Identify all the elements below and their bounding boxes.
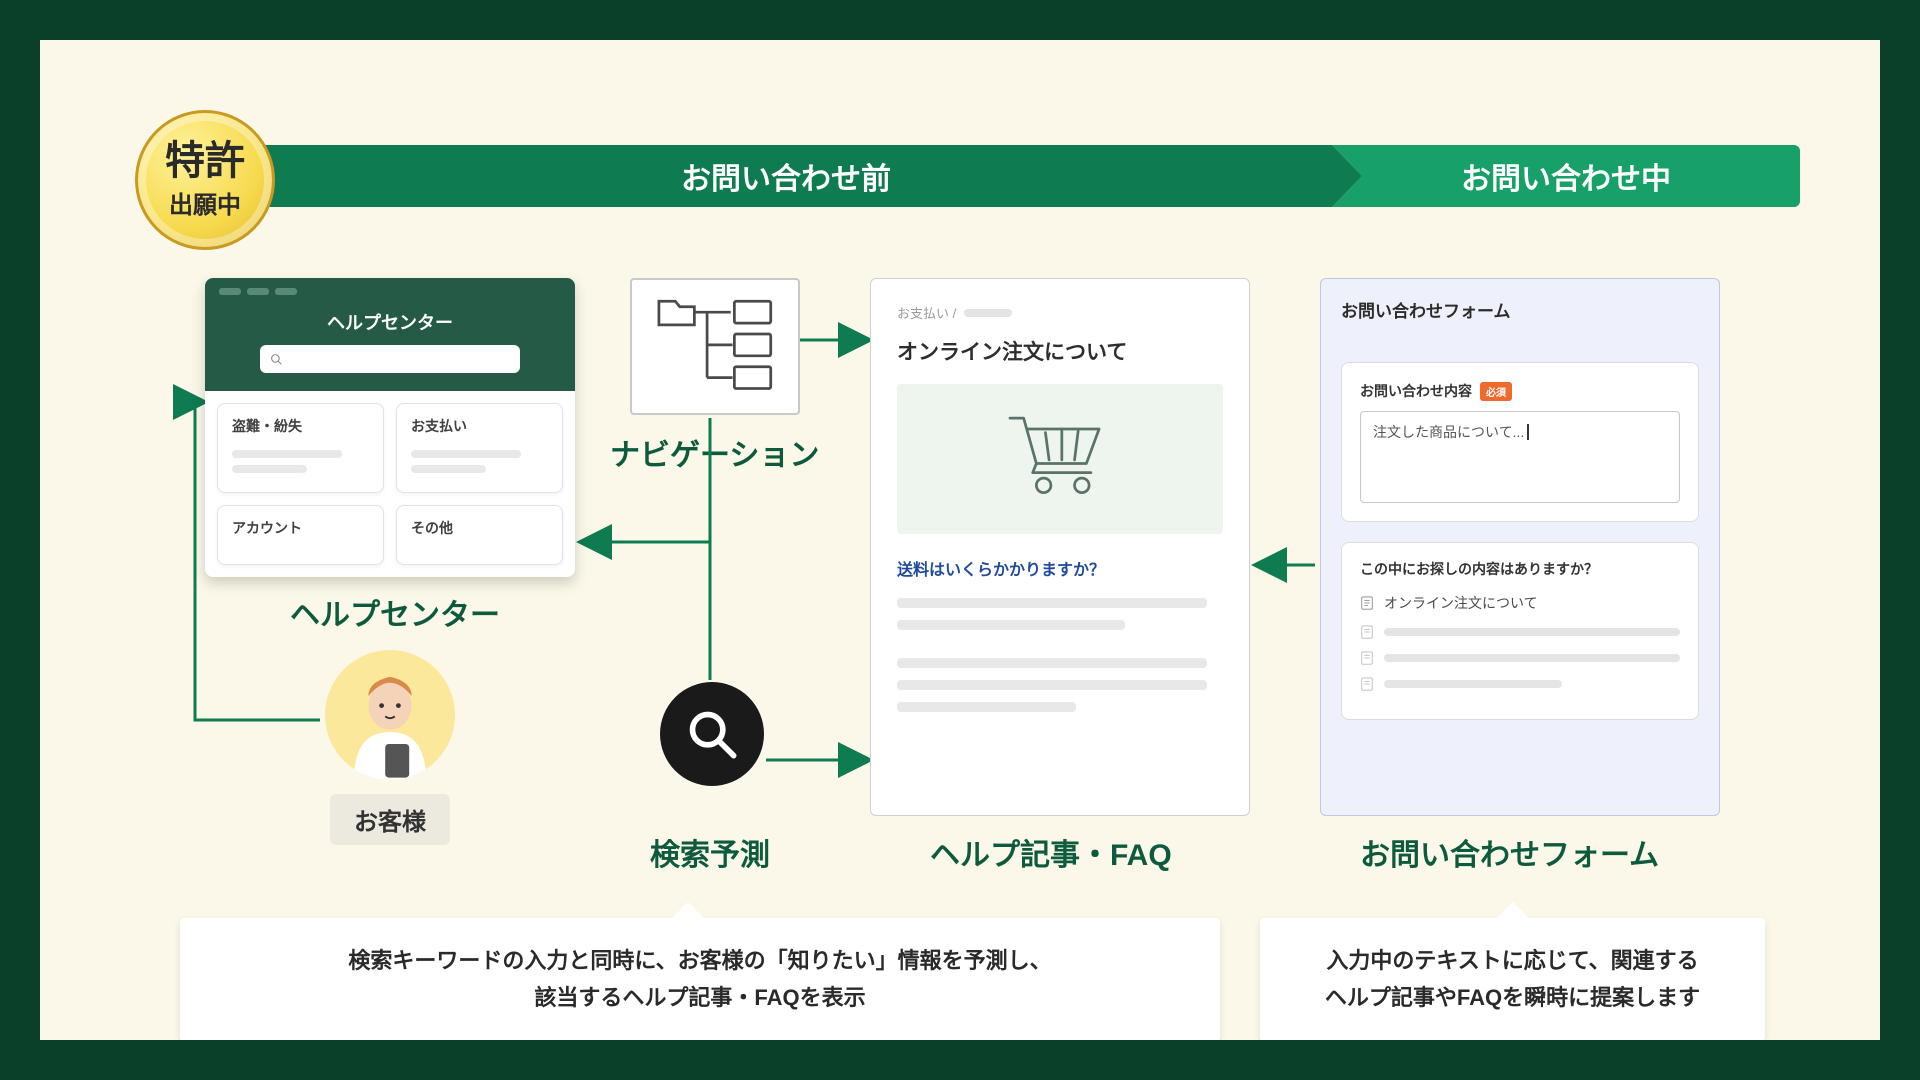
breadcrumb-text: お支払い / <box>897 303 956 322</box>
shopping-cart-icon <box>1005 409 1115 509</box>
help-center-title: ヘルプセンター <box>219 309 561 335</box>
article-title: オンライン注文について <box>897 336 1223 366</box>
customer: お客様 <box>325 650 455 845</box>
suggest-item[interactable]: オンライン注文について <box>1360 593 1680 613</box>
breadcrumb: お支払い / <box>897 303 1223 322</box>
customer-label: お客様 <box>330 794 450 845</box>
phase-before: お問い合わせ前 <box>240 145 1332 207</box>
hc-card-title: 盗難・紛失 <box>232 416 369 436</box>
suggest-item <box>1360 625 1680 639</box>
search-description-text: 検索キーワードの入力と同時に、お客様の「知りたい」情報を予測し、 該当するヘルプ… <box>348 948 1051 1010</box>
document-icon <box>1360 677 1374 691</box>
magnifier-icon <box>686 708 738 760</box>
document-icon <box>1360 596 1374 610</box>
badge-line1: 特許 <box>165 141 245 181</box>
badge-line2: 出願中 <box>169 185 241 220</box>
patent-badge: 特許 出願中 <box>135 110 275 250</box>
search-caption: 検索予測 <box>650 830 770 874</box>
suggest-item <box>1360 651 1680 665</box>
textarea-value: 注文した商品について... <box>1373 424 1524 440</box>
inquiry-textarea[interactable]: 注文した商品について... <box>1360 411 1680 503</box>
help-center-caption: ヘルプセンター <box>290 590 500 634</box>
navigation-mockup <box>630 278 800 415</box>
form-caption: お問い合わせフォーム <box>1360 830 1659 874</box>
field-label: お問い合わせ内容 <box>1360 381 1472 401</box>
required-badge: 必須 <box>1480 382 1512 401</box>
form-description: 入力中のテキストに応じて、関連する ヘルプ記事やFAQを瞬時に提案します <box>1260 918 1765 1040</box>
folder-tree-icon <box>648 294 788 394</box>
hc-card: その他 <box>396 505 563 565</box>
suggest-item <box>1360 677 1680 691</box>
article-caption: ヘルプ記事・FAQ <box>930 830 1172 874</box>
search-description: 検索キーワードの入力と同時に、お客様の「知りたい」情報を予測し、 該当するヘルプ… <box>180 918 1220 1040</box>
suggest-item-text: オンライン注文について <box>1384 593 1538 613</box>
window-tabs <box>219 288 561 295</box>
hc-card-title: アカウント <box>232 518 369 538</box>
phase-during: お問い合わせ中 <box>1332 145 1800 207</box>
document-icon <box>1360 651 1374 665</box>
help-center-search <box>260 345 520 373</box>
form-title: お問い合わせフォーム <box>1341 297 1699 322</box>
search-icon <box>270 353 283 366</box>
help-center-mockup: ヘルプセンター 盗難・紛失 お支払い アカウント その他 <box>205 278 575 577</box>
hc-card: お支払い <box>396 403 563 493</box>
suggestion-panel: この中にお探しの内容はありますか？ オンライン注文について <box>1341 542 1699 720</box>
form-field-group: お問い合わせ内容 必須 注文した商品について... <box>1341 362 1699 522</box>
hc-card-title: その他 <box>411 518 548 538</box>
article-illustration <box>897 384 1223 534</box>
customer-avatar <box>325 650 455 780</box>
search-predict-bubble <box>660 682 764 786</box>
navigation-caption: ナビゲーション <box>610 430 819 474</box>
phase-bar: お問い合わせ前 お問い合わせ中 <box>240 145 1800 207</box>
document-icon <box>1360 625 1374 639</box>
contact-form-mockup: お問い合わせフォーム お問い合わせ内容 必須 注文した商品について... この中… <box>1320 278 1720 816</box>
hc-card: 盗難・紛失 <box>217 403 384 493</box>
article-question: 送料はいくらかかりますか？ <box>897 556 1223 580</box>
form-description-text: 入力中のテキストに応じて、関連する ヘルプ記事やFAQを瞬時に提案します <box>1325 948 1700 1010</box>
hc-card: アカウント <box>217 505 384 565</box>
faq-article-mockup: お支払い / オンライン注文について 送料はいくらかかりますか？ <box>870 278 1250 816</box>
suggest-title: この中にお探しの内容はありますか？ <box>1360 559 1680 579</box>
hc-card-title: お支払い <box>411 416 548 436</box>
person-icon <box>330 660 450 780</box>
